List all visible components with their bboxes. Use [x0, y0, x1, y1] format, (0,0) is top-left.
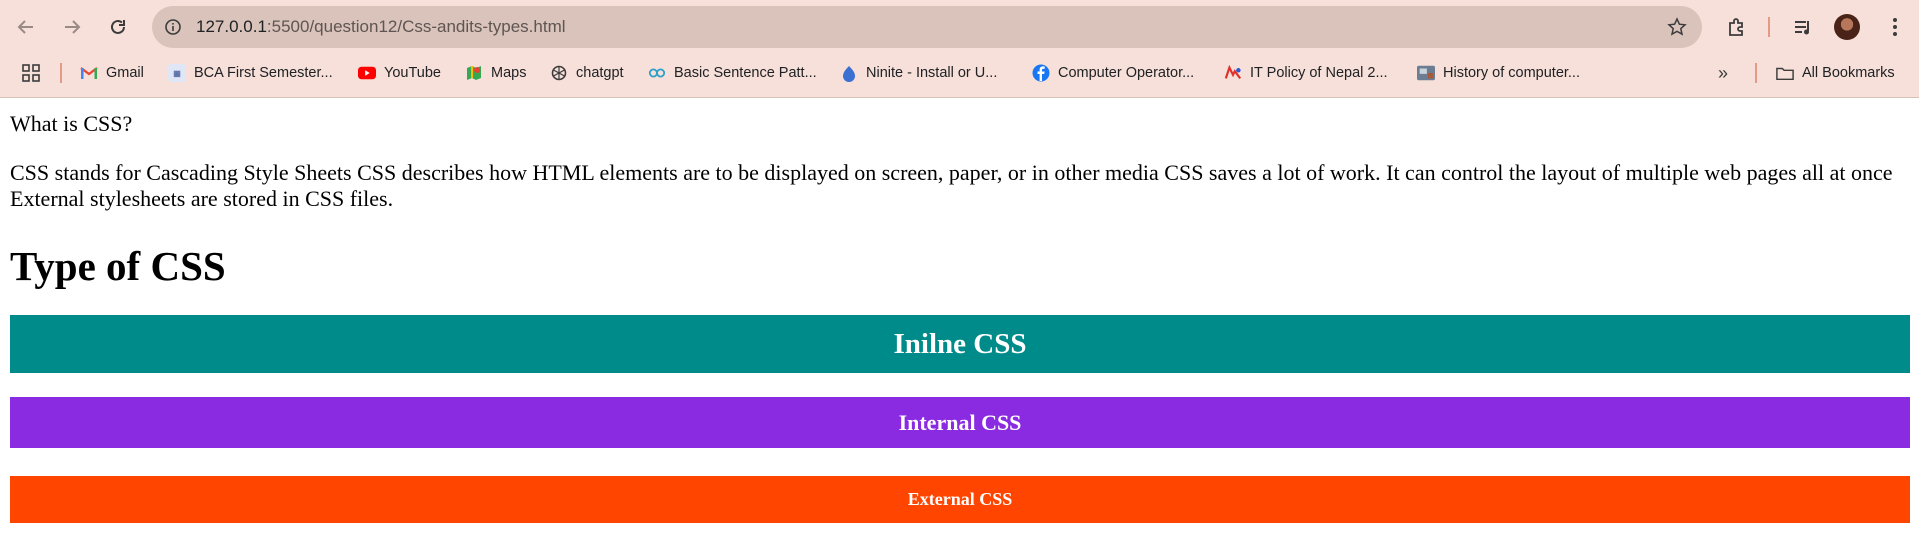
bookmark-label: Ninite - Install or U...: [866, 65, 998, 81]
bookmarks-bar: Gmail ▦ BCA First Semester... YouTube Ma…: [0, 55, 1919, 89]
chatgpt-icon: [550, 64, 568, 82]
intro-paragraph: CSS stands for Cascading Style Sheets CS…: [10, 160, 1893, 211]
bookmark-label: YouTube: [384, 65, 441, 81]
youtube-icon: [358, 64, 376, 82]
back-arrow-icon: [17, 20, 33, 34]
inline-css-label: Inilne CSS: [893, 327, 1027, 360]
bca-icon: ▦: [168, 64, 186, 82]
internal-css-label: Internal CSS: [898, 409, 1022, 435]
reload-button[interactable]: [104, 13, 132, 41]
bookmark-ninite[interactable]: Ninite - Install or U...: [840, 61, 997, 85]
bookmark-maps[interactable]: Maps: [465, 61, 526, 85]
bookmark-bca[interactable]: ▦ BCA First Semester...: [168, 61, 333, 85]
apps-grid-icon: [22, 64, 40, 82]
bookmark-youtube[interactable]: YouTube: [358, 61, 441, 85]
bookmark-label: IT Policy of Nepal 2...: [1250, 65, 1388, 81]
bookmark-label: Gmail: [106, 65, 144, 81]
maps-icon: [465, 64, 483, 82]
all-bookmarks-button[interactable]: All Bookmarks: [1776, 61, 1895, 85]
bookmark-label: chatgpt: [576, 65, 624, 81]
intro-question: What is CSS?: [10, 111, 133, 136]
ninite-icon: [840, 64, 858, 82]
bookmark-label: Maps: [491, 65, 527, 81]
menu-button[interactable]: [1880, 12, 1910, 42]
bookmark-basic-sentence[interactable]: Basic Sentence Patt...: [648, 61, 817, 85]
profile-avatar[interactable]: [1834, 14, 1860, 40]
bookmark-label: Basic Sentence Patt...: [674, 65, 817, 81]
page-heading: Type of CSS: [10, 243, 226, 289]
url-host: 127.0.0.1: [196, 17, 267, 36]
all-bookmarks-label: All Bookmarks: [1802, 65, 1895, 81]
apps-button[interactable]: [22, 61, 40, 85]
toolbar-divider: [1768, 17, 1770, 37]
external-css-banner: External CSS: [10, 476, 1910, 523]
facebook-icon: [1032, 64, 1050, 82]
itpolicy-icon: [1224, 64, 1242, 82]
browser-toolbar: 127.0.0.1:5500/question12/Css-andits-typ…: [0, 0, 1919, 54]
playlist-icon: [1795, 21, 1809, 35]
forward-button[interactable]: [58, 13, 86, 41]
site-info-icon[interactable]: [162, 16, 184, 38]
inline-css-banner: Inilne CSS: [10, 315, 1910, 373]
bookmark-label: Computer Operator...: [1058, 65, 1195, 81]
bookmark-chatgpt[interactable]: chatgpt: [550, 61, 624, 85]
bookmarks-divider-right: [1755, 63, 1757, 83]
bookmarks-divider: [60, 63, 62, 83]
bookmark-label: BCA First Semester...: [194, 65, 333, 81]
kebab-menu-icon: [1893, 18, 1897, 36]
url-path: :5500/question12/Css-andits-types.html: [266, 17, 566, 36]
internal-css-banner: Internal CSS: [10, 397, 1910, 448]
puzzle-icon: [1729, 18, 1743, 36]
back-button[interactable]: [12, 13, 40, 41]
gmail-icon: [80, 64, 98, 82]
double-chevron-icon: »: [1718, 62, 1729, 83]
external-css-label: External CSS: [907, 489, 1013, 509]
bookmark-star-icon[interactable]: [1664, 14, 1690, 40]
browser-chrome: 127.0.0.1:5500/question12/Css-andits-typ…: [0, 0, 1919, 98]
media-control-button[interactable]: [1788, 12, 1818, 42]
bookmark-label: History of computer...: [1443, 65, 1580, 81]
bookmark-gmail[interactable]: Gmail: [80, 61, 144, 85]
forward-arrow-icon: [65, 20, 81, 34]
bookmark-computer-operator[interactable]: Computer Operator...: [1032, 61, 1194, 85]
extensions-button[interactable]: [1722, 12, 1752, 42]
chrome-border: [0, 97, 1919, 98]
infinity-icon: [648, 64, 666, 82]
folder-icon: [1776, 64, 1794, 82]
url-text[interactable]: 127.0.0.1:5500/question12/Css-andits-typ…: [196, 17, 566, 37]
address-bar[interactable]: 127.0.0.1:5500/question12/Css-andits-typ…: [152, 6, 1702, 48]
history-icon: [1417, 64, 1435, 82]
bookmark-history-computer[interactable]: History of computer...: [1417, 61, 1580, 85]
bookmark-it-policy[interactable]: IT Policy of Nepal 2...: [1224, 61, 1388, 85]
more-bookmarks-button[interactable]: »: [1718, 61, 1728, 85]
reload-icon: [111, 19, 125, 34]
